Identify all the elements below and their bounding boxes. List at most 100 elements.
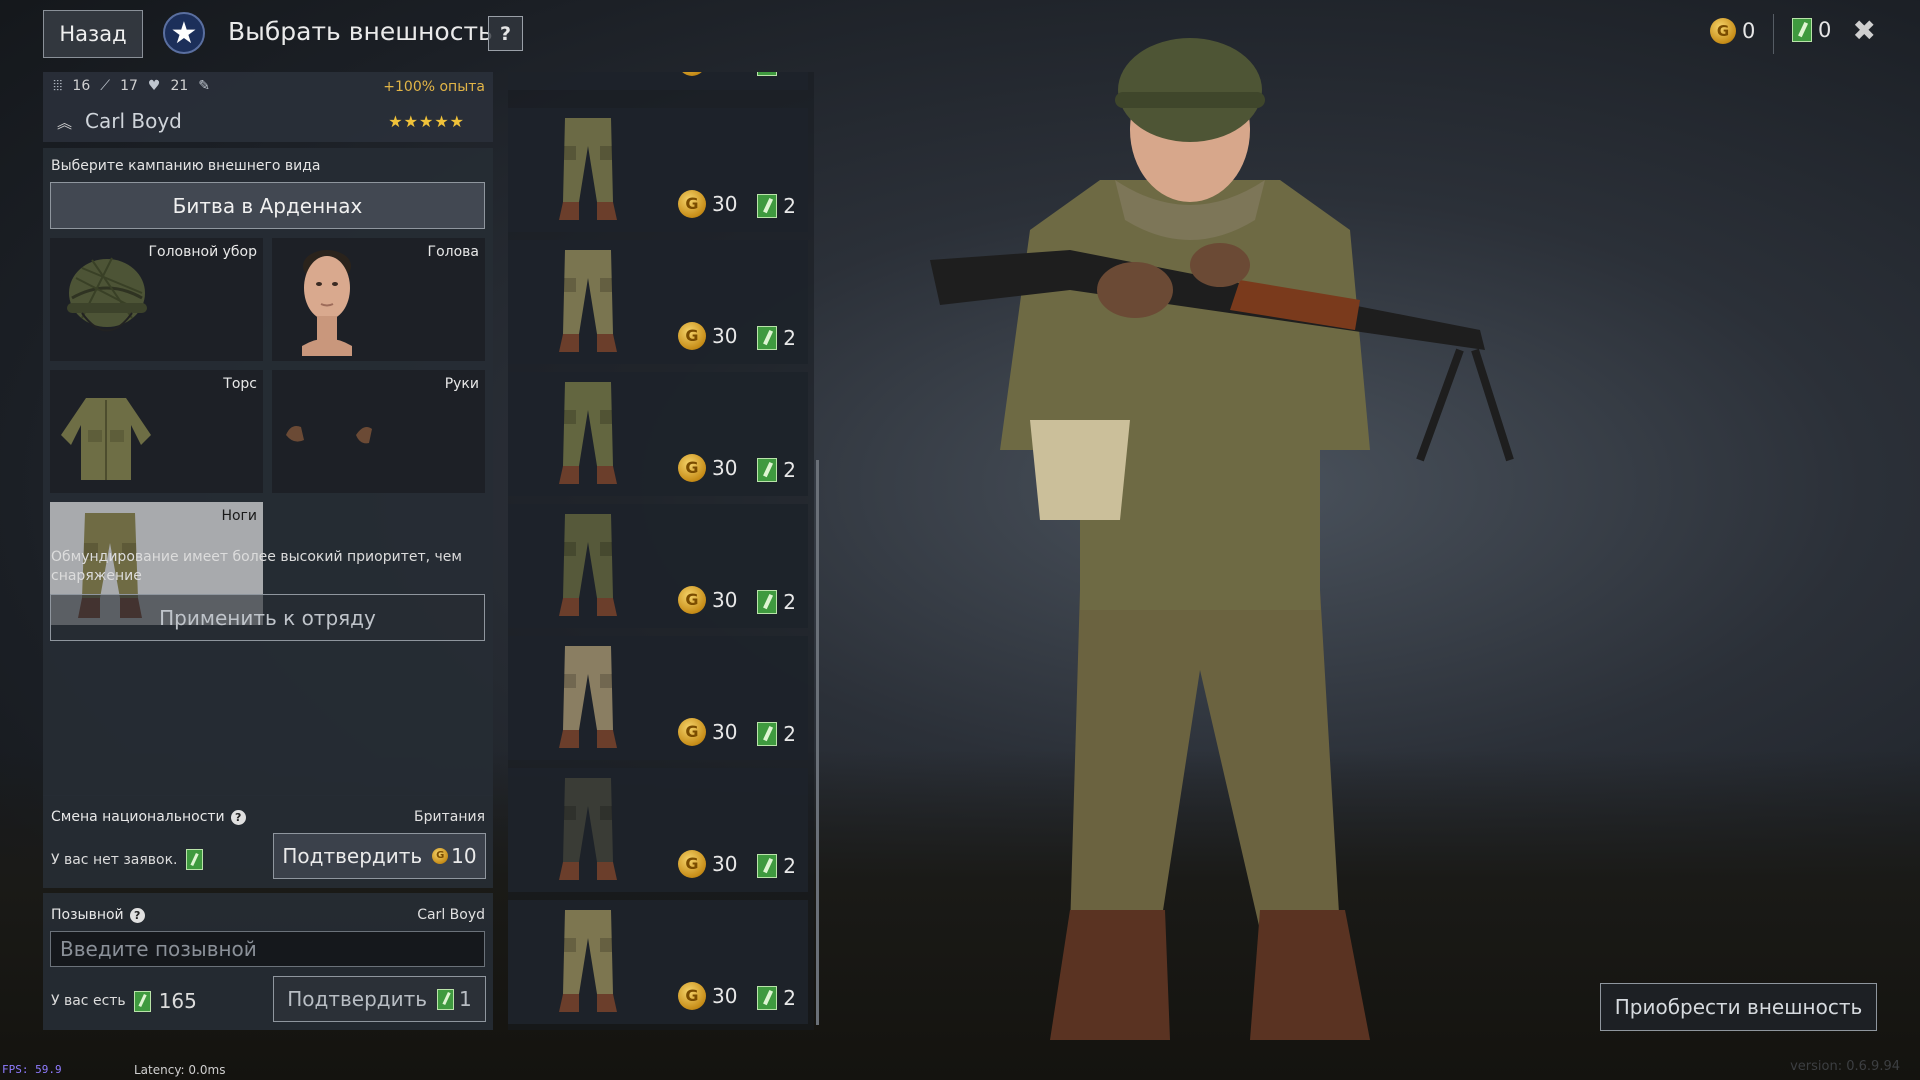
question-icon[interactable]: ? bbox=[230, 809, 246, 825]
item-price: G 30 bbox=[678, 322, 737, 350]
gold-balance: G 0 bbox=[1710, 18, 1755, 44]
tickets-value: 2 bbox=[783, 458, 796, 482]
scrollbar[interactable] bbox=[816, 460, 819, 1025]
item-tickets: 2 bbox=[757, 986, 796, 1010]
slot-label: Торс bbox=[223, 376, 257, 392]
slot-torso[interactable]: Торс bbox=[50, 370, 263, 493]
item-tickets: 2 bbox=[757, 590, 796, 614]
cost: G 10 bbox=[432, 844, 477, 868]
army-star-icon: ★ bbox=[163, 12, 205, 54]
head-icon bbox=[302, 250, 352, 356]
rifle-icon: ⟋ bbox=[100, 78, 111, 94]
stat-value: 16 bbox=[72, 78, 91, 94]
latency-readout: Latency: 0.0ms bbox=[134, 1063, 226, 1077]
item-price: G 30 bbox=[678, 982, 737, 1010]
tickets-value: 2 bbox=[783, 722, 796, 746]
soldier-name: Carl Boyd bbox=[85, 109, 182, 133]
gold-coin-icon: G bbox=[678, 586, 706, 614]
list-item[interactable]: G 30 2 bbox=[508, 900, 808, 1024]
close-icon[interactable]: ✖ bbox=[1853, 14, 1876, 47]
trousers-icon bbox=[559, 514, 617, 616]
you-have-text: У вас есть bbox=[51, 993, 126, 1009]
slot-label: Руки bbox=[444, 376, 479, 392]
list-item[interactable]: G 30 2 bbox=[508, 240, 808, 364]
tickets-value: 2 bbox=[783, 854, 796, 878]
item-price: G 30 bbox=[678, 850, 737, 878]
item-tickets: 2 bbox=[757, 722, 796, 746]
item-tickets: 2 bbox=[757, 326, 796, 350]
campaign-prompt: Выберите кампанию внешнего вида bbox=[51, 158, 321, 174]
gold-amount: 0 bbox=[1742, 19, 1756, 43]
gold-coin-icon: G bbox=[678, 718, 706, 746]
trousers-icon bbox=[559, 778, 617, 880]
back-button[interactable]: Назад bbox=[43, 10, 143, 58]
slot-headgear[interactable]: Головной убор bbox=[50, 238, 263, 361]
cost: 1 bbox=[437, 987, 472, 1011]
trousers-icon bbox=[559, 910, 617, 1012]
trousers-list[interactable]: G 30 2 G302G302G302G302G302G302G302 bbox=[508, 72, 814, 1030]
apply-to-squad-button[interactable]: Применить к отряду bbox=[50, 594, 485, 641]
list-item[interactable]: G 30 2 bbox=[508, 636, 808, 760]
soldier-model bbox=[930, 38, 1514, 1040]
slot-head[interactable]: Голова bbox=[272, 238, 485, 361]
callsign-title-text: Позывной bbox=[51, 907, 124, 923]
price-value: 30 bbox=[712, 984, 738, 1008]
ticket-icon bbox=[133, 990, 151, 1012]
divider bbox=[1773, 14, 1774, 54]
current-callsign: Carl Boyd bbox=[417, 907, 485, 923]
soldier-card: ⦙⦙⦙ 16 ⟋ 17 ♥ 21 ✎ +100% опыта ︽ Carl Bo… bbox=[43, 72, 493, 142]
item-tickets: 2 bbox=[757, 194, 796, 218]
tickets-value: 2 bbox=[783, 194, 796, 218]
slot-hands[interactable]: Руки bbox=[272, 370, 485, 493]
campaign-select-button[interactable]: Битва в Арденнах bbox=[50, 182, 485, 229]
confirm-label: Подтвердить bbox=[287, 987, 428, 1011]
callsign-title: Позывной ? bbox=[51, 907, 145, 923]
nationality-info: У вас нет заявок. bbox=[51, 849, 203, 870]
trousers-icon bbox=[559, 250, 617, 352]
question-icon[interactable]: ? bbox=[129, 907, 145, 923]
item-tickets: 2 bbox=[757, 72, 796, 76]
confirm-label: Подтвердить bbox=[282, 844, 423, 868]
ticket-icon bbox=[185, 849, 203, 870]
callsign-balance: У вас есть 165 bbox=[51, 989, 197, 1013]
list-item[interactable]: G 30 2 bbox=[508, 768, 808, 892]
tickets-value: 2 bbox=[783, 986, 796, 1010]
item-tickets: 2 bbox=[757, 854, 796, 878]
ticket-icon bbox=[437, 988, 455, 1010]
price-value: 30 bbox=[712, 72, 737, 74]
item-tickets: 2 bbox=[757, 458, 796, 482]
ticket-icon bbox=[757, 854, 778, 878]
list-item[interactable]: G 30 2 bbox=[508, 72, 808, 90]
list-item[interactable]: G 30 2 bbox=[508, 372, 808, 496]
ticket-amount: 0 bbox=[1818, 18, 1832, 42]
list-item[interactable]: G 30 2 bbox=[508, 108, 808, 232]
price-value: 30 bbox=[712, 456, 738, 480]
gold-coin-icon: G bbox=[1710, 18, 1736, 44]
ticket-balance: 0 bbox=[1792, 18, 1831, 42]
slot-label: Голова bbox=[427, 244, 479, 260]
price-value: 30 bbox=[712, 720, 738, 744]
nationality-confirm-button[interactable]: Подтвердить G 10 bbox=[273, 833, 486, 879]
price-value: 30 bbox=[712, 852, 738, 876]
balance-value: 165 bbox=[158, 989, 197, 1013]
callsign-input[interactable] bbox=[50, 931, 485, 967]
help-button[interactable]: ? bbox=[488, 16, 523, 51]
callsign-confirm-button[interactable]: Подтвердить 1 bbox=[273, 976, 486, 1022]
ticket-icon bbox=[757, 590, 778, 614]
gold-coin-icon: G bbox=[678, 72, 706, 76]
price-value: 30 bbox=[712, 324, 738, 348]
no-requests-text: У вас нет заявок. bbox=[51, 851, 178, 868]
nationality-country: Британия bbox=[414, 809, 485, 825]
ticket-icon bbox=[757, 986, 778, 1010]
version-label: version: 0.6.9.94 bbox=[1790, 1059, 1900, 1074]
list-item[interactable]: G 30 2 bbox=[508, 504, 808, 628]
buy-appearance-button[interactable]: Приобрести внешность bbox=[1600, 983, 1877, 1031]
squad-icon: ⦙⦙⦙ bbox=[53, 78, 63, 94]
nationality-title-text: Смена национальности bbox=[51, 809, 225, 825]
price-value: 30 bbox=[712, 588, 738, 612]
trousers-icon bbox=[559, 382, 617, 484]
item-price: G 30 bbox=[678, 190, 737, 218]
soldier-stats: ⦙⦙⦙ 16 ⟋ 17 ♥ 21 ✎ bbox=[53, 78, 210, 94]
appearance-panel: Выберите кампанию внешнего вида Битва в … bbox=[43, 148, 493, 796]
priority-note: Обмундирование имеет более высокий приор… bbox=[51, 549, 462, 584]
